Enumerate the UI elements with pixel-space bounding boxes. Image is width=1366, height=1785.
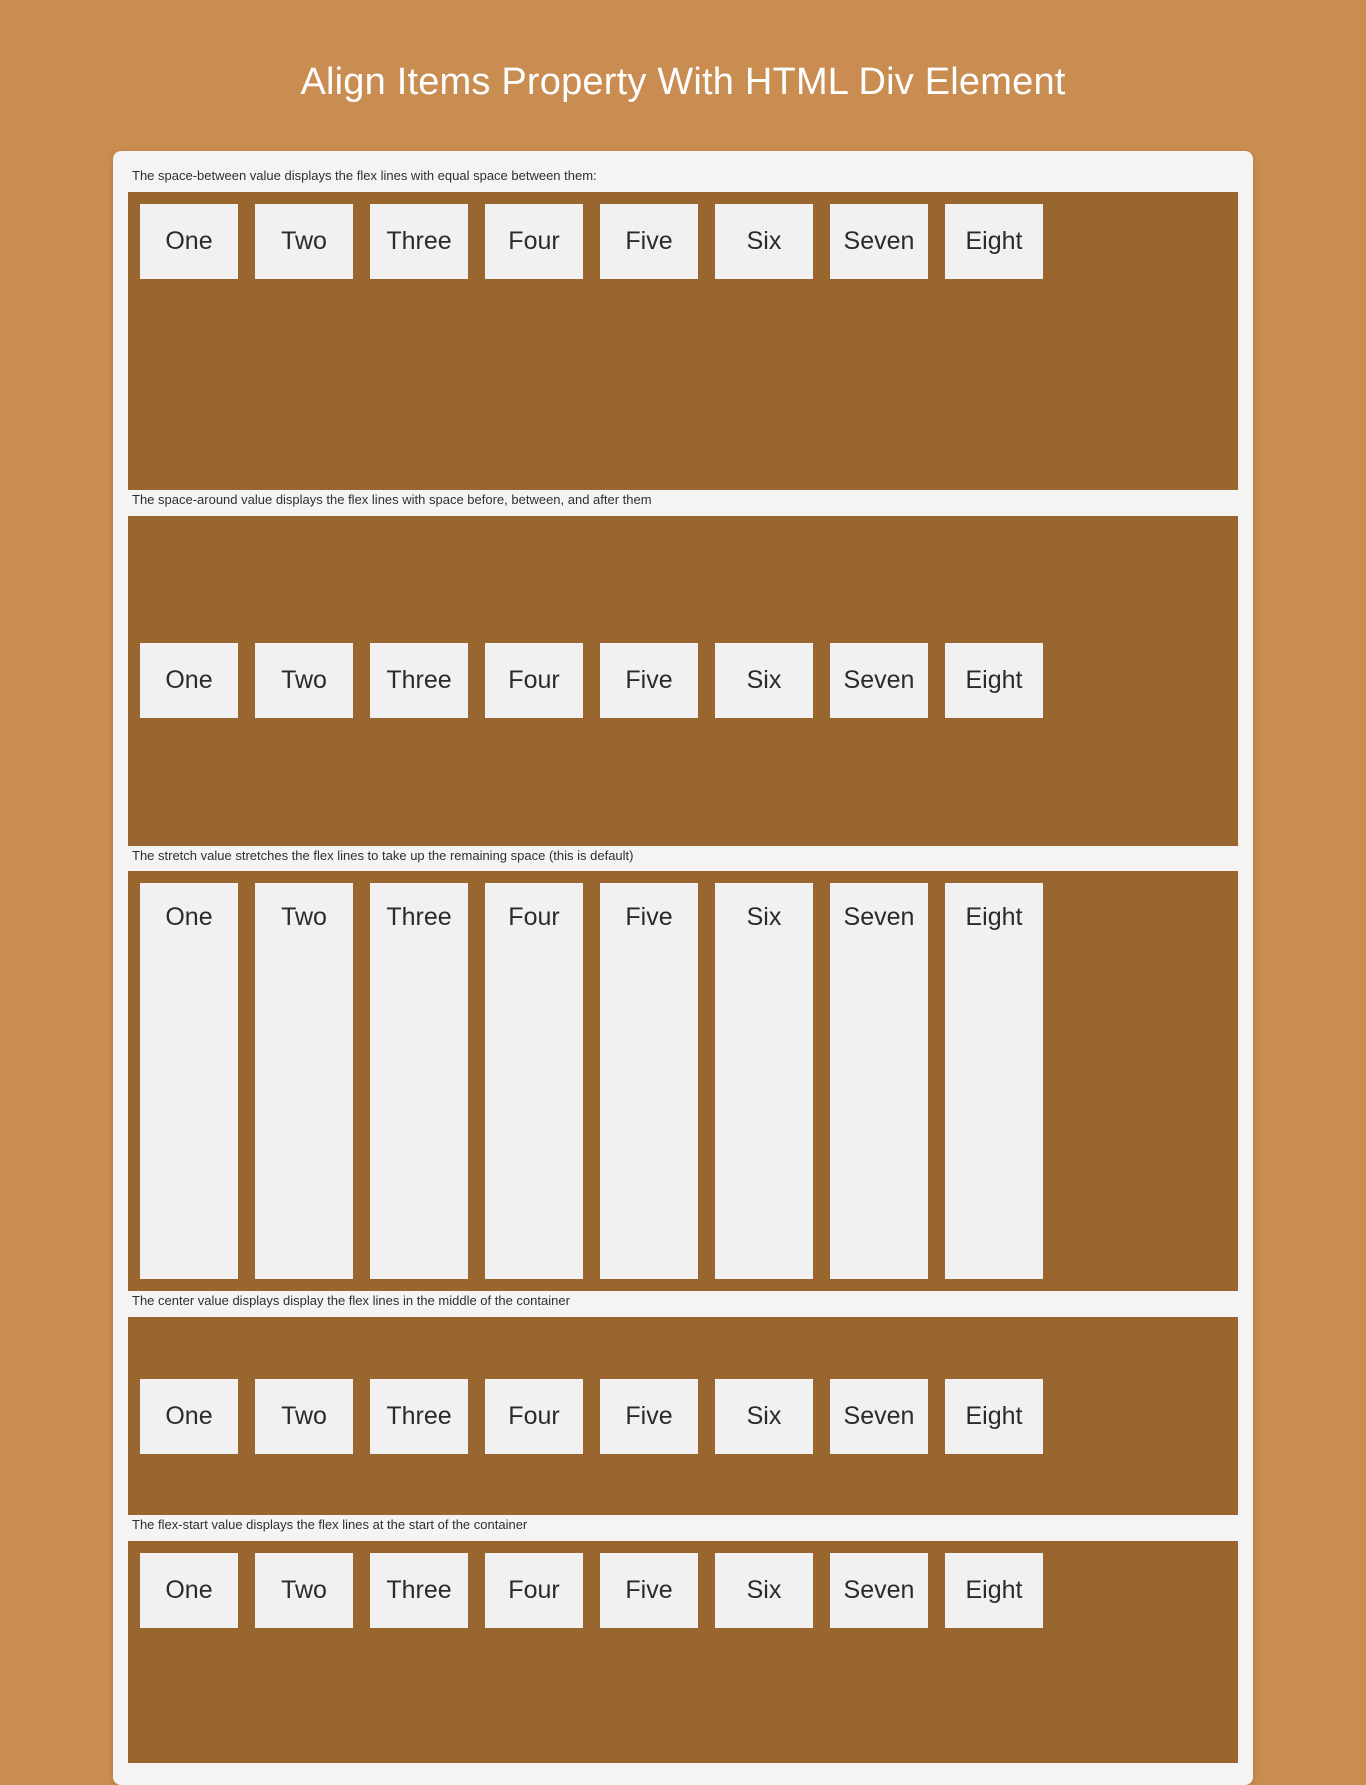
- flex-item-label: Two: [281, 666, 327, 695]
- flex-item-label: Three: [386, 226, 452, 255]
- flex-item: Three: [370, 203, 468, 279]
- flex-item: Four: [485, 883, 583, 1280]
- flex-item: One: [140, 883, 238, 1280]
- flex-item: Eight: [945, 883, 1043, 1280]
- flex-item-label: Eight: [965, 226, 1023, 255]
- flex-item: Six: [715, 203, 813, 279]
- flex-item: Six: [715, 643, 813, 719]
- flex-item: Three: [370, 1553, 468, 1629]
- flex-item: Three: [370, 1378, 468, 1454]
- page-title: Align Items Property With HTML Div Eleme…: [300, 61, 1066, 103]
- flex-item-label: One: [165, 903, 213, 932]
- flex-item: One: [140, 203, 238, 279]
- flex-item-label: Four: [508, 903, 560, 932]
- flex-item: Four: [485, 643, 583, 719]
- flex-item-label: Seven: [843, 1401, 915, 1430]
- flex-item-label: One: [165, 1401, 213, 1430]
- flex-item: Two: [255, 1553, 353, 1629]
- flex-container-space-between: One Two Three Four Five Six Seven Eight: [128, 191, 1238, 490]
- flex-item: Six: [715, 1378, 813, 1454]
- flex-item: Four: [485, 1378, 583, 1454]
- flex-item-label: One: [165, 226, 213, 255]
- flex-item-label: Four: [508, 1576, 560, 1605]
- section-description-stretch: The stretch value stretches the flex lin…: [132, 847, 634, 863]
- flex-item-label: Five: [625, 226, 673, 255]
- flex-container-center: One Two Three Four Five Six Seven Eight: [128, 1317, 1238, 1516]
- flex-item-label: Six: [746, 1576, 782, 1605]
- section-description-center: The center value displays display the fl…: [132, 1293, 570, 1309]
- section-description-flex-start: The flex-start value displays the flex l…: [132, 1517, 528, 1533]
- flex-item-label: Four: [508, 666, 560, 695]
- flex-item: One: [140, 643, 238, 719]
- flex-item-label: Two: [281, 226, 327, 255]
- flex-item: Eight: [945, 1553, 1043, 1629]
- flex-item-label: Eight: [965, 1401, 1023, 1430]
- flex-item: Five: [600, 203, 698, 279]
- flex-item: Two: [255, 1378, 353, 1454]
- flex-item-label: Five: [625, 666, 673, 695]
- flex-item: Three: [370, 883, 468, 1280]
- flex-item: Six: [715, 883, 813, 1280]
- flex-item: Seven: [830, 203, 928, 279]
- flex-item-label: Six: [746, 903, 782, 932]
- flex-item: Two: [255, 203, 353, 279]
- flex-item: Eight: [945, 203, 1043, 279]
- flex-item: Five: [600, 883, 698, 1280]
- flex-item-label: Five: [625, 1576, 673, 1605]
- flex-item-label: Six: [746, 1401, 782, 1430]
- flex-item-label: Eight: [965, 1576, 1023, 1605]
- flex-item: Three: [370, 643, 468, 719]
- flex-item-label: One: [165, 1576, 213, 1605]
- flex-item: Eight: [945, 643, 1043, 719]
- flex-item: One: [140, 1553, 238, 1629]
- flex-item-label: Two: [281, 1576, 327, 1605]
- flex-item-label: Three: [386, 1401, 452, 1430]
- flex-item-label: Seven: [843, 903, 915, 932]
- flex-item-label: Eight: [965, 666, 1023, 695]
- flex-item: Five: [600, 1553, 698, 1629]
- flex-container-stretch: One Two Three Four Five Six Seven Eight: [128, 871, 1238, 1292]
- flex-item-label: Three: [386, 666, 452, 695]
- flex-item-label: Eight: [965, 903, 1023, 932]
- flex-item: Four: [485, 1553, 583, 1629]
- flex-item-label: One: [165, 666, 213, 695]
- flex-item: Five: [600, 1378, 698, 1454]
- flex-item: Four: [485, 203, 583, 279]
- flex-item: Seven: [830, 1378, 928, 1454]
- flex-item-label: Four: [508, 226, 560, 255]
- section-description-space-around: The space-around value displays the flex…: [132, 491, 652, 507]
- flex-item-label: Seven: [843, 666, 915, 695]
- flex-item: One: [140, 1378, 238, 1454]
- flex-item-label: Six: [746, 226, 782, 255]
- section-description-space-between: The space-between value displays the fle…: [132, 167, 597, 183]
- flex-container-flex-start: One Two Three Four Five Six Seven Eight: [128, 1541, 1238, 1764]
- flex-container-space-around: One Two Three Four Five Six Seven Eight: [128, 515, 1238, 846]
- flex-item-label: Seven: [843, 1576, 915, 1605]
- flex-item-label: Three: [386, 1576, 452, 1605]
- flex-item: Two: [255, 643, 353, 719]
- flex-item: Eight: [945, 1378, 1043, 1454]
- flex-item-label: Five: [625, 1401, 673, 1430]
- flex-item-label: Three: [386, 903, 452, 932]
- flex-item: Two: [255, 883, 353, 1280]
- flex-item: Seven: [830, 1553, 928, 1629]
- flex-item-label: Two: [281, 1401, 327, 1430]
- flex-item: Five: [600, 643, 698, 719]
- flex-item-label: Two: [281, 903, 327, 932]
- flex-item: Seven: [830, 883, 928, 1280]
- flex-item-label: Five: [625, 903, 673, 932]
- flex-item: Seven: [830, 643, 928, 719]
- flex-item-label: Four: [508, 1401, 560, 1430]
- flex-item-label: Seven: [843, 226, 915, 255]
- flex-item: Six: [715, 1553, 813, 1629]
- content-card: The space-between value displays the fle…: [113, 150, 1253, 1785]
- flex-item-label: Six: [746, 666, 782, 695]
